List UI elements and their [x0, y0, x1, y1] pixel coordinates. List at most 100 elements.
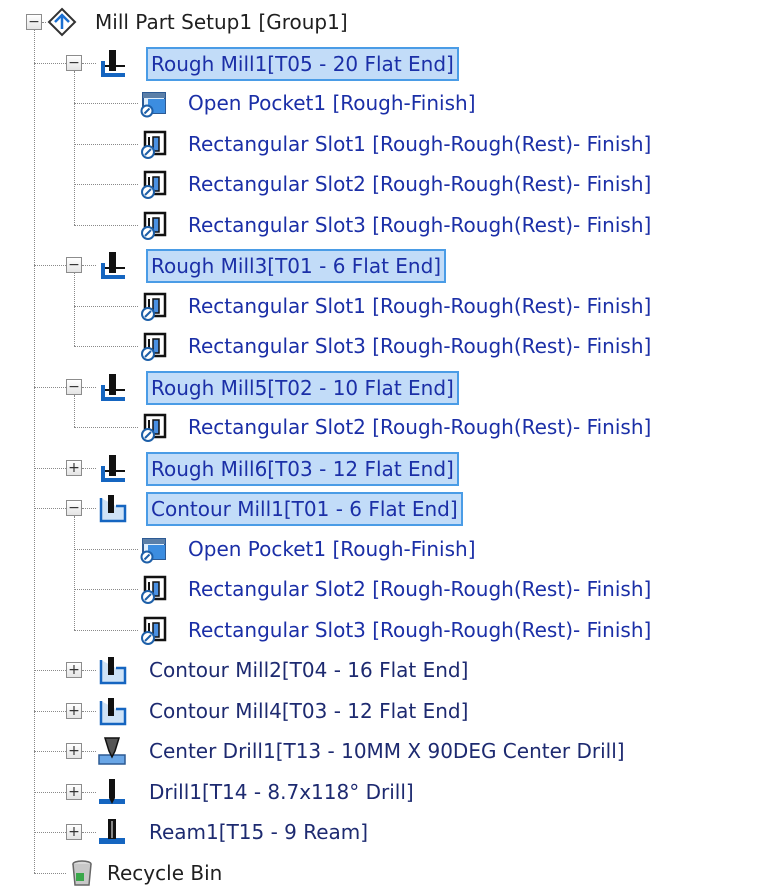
tree-connector: [82, 751, 96, 752]
tree-node-operation[interactable]: Rough Mill3[T01 - 6 Flat End]: [146, 249, 447, 283]
operation-expander[interactable]: −: [66, 500, 82, 516]
tree-node-feature[interactable]: Rectangular Slot1 [Rough-Rough(Rest)- Fi…: [185, 129, 654, 159]
tree-connector: [74, 394, 75, 427]
rectangular-slot-icon: [138, 411, 170, 443]
rectangular-slot-icon: [138, 573, 170, 605]
tree-connector: [34, 832, 66, 833]
operation-expander[interactable]: +: [66, 662, 82, 678]
rectangular-slot-icon: [138, 209, 170, 241]
tree-node-operation[interactable]: Rough Mill6[T03 - 12 Flat End]: [146, 451, 459, 486]
tree-connector: [34, 710, 66, 712]
tree-connector: [34, 30, 35, 873]
tree-node-feature[interactable]: Rectangular Slot3 [Rough-Rough(Rest)- Fi…: [185, 331, 654, 361]
tree-node-operation[interactable]: Contour Mill4[T03 - 12 Flat End]: [146, 696, 471, 726]
drill-icon: [96, 776, 128, 808]
rectangular-slot-icon: [138, 168, 170, 200]
tree-connector: [34, 386, 66, 388]
tree-connector: [82, 386, 96, 388]
ream-icon: [96, 816, 128, 848]
tree-connector: [74, 224, 138, 226]
tree-node-operation[interactable]: Ream1[T15 - 9 Ream]: [146, 817, 371, 847]
tree-node-operation[interactable]: Rough Mill5[T02 - 10 Flat End]: [146, 370, 459, 405]
rough-mill-icon: [96, 371, 128, 403]
expander-glyph: +: [68, 459, 80, 476]
operation-expander[interactable]: +: [66, 459, 82, 476]
contour-mill-icon: [96, 654, 128, 686]
tree-node-feature[interactable]: Rectangular Slot3 [Rough-Rough(Rest)- Fi…: [185, 210, 654, 240]
expander-glyph: +: [68, 824, 80, 840]
tree-node-feature[interactable]: Rectangular Slot2 [Rough-Rough(Rest)- Fi…: [185, 574, 654, 604]
rectangular-slot-icon: [138, 128, 170, 160]
rough-mill-icon: [96, 47, 128, 79]
tree-connector: [74, 273, 75, 346]
tree-node-operation[interactable]: Drill1[T14 - 8.7x118° Drill]: [146, 777, 417, 807]
tree-connector: [74, 629, 138, 631]
expander-glyph: +: [68, 783, 80, 800]
open-pocket-icon: [138, 533, 170, 565]
tree-connector: [34, 872, 66, 874]
operation-expander[interactable]: +: [66, 783, 82, 800]
tree-node-feature[interactable]: Rectangular Slot2 [Rough-Rough(Rest)- Fi…: [185, 412, 654, 442]
tree-connector: [82, 791, 96, 793]
tree-connector: [82, 508, 96, 509]
tree-connector: [74, 70, 75, 225]
tree-connector: [82, 832, 96, 833]
tree-connector: [74, 516, 75, 630]
tree-connector: [74, 346, 138, 347]
operation-expander[interactable]: −: [66, 54, 82, 71]
rectangular-slot-icon: [138, 330, 170, 362]
operation-expander[interactable]: +: [66, 743, 82, 759]
tree-connector: [82, 62, 96, 64]
expander-glyph: +: [68, 662, 80, 678]
tree-node-root[interactable]: Mill Part Setup1 [Group1]: [92, 7, 351, 37]
operation-expander[interactable]: −: [66, 378, 82, 395]
tree-connector: [42, 22, 46, 23]
tree-connector: [74, 143, 138, 145]
rough-mill-icon: [96, 249, 128, 281]
tree-node-operation[interactable]: Center Drill1[T13 - 10MM X 90DEG Center …: [146, 736, 628, 766]
expander-glyph: −: [68, 500, 80, 516]
mill-setup-icon: [46, 6, 78, 38]
tree-node-operation[interactable]: Contour Mill2[T04 - 16 Flat End]: [146, 655, 471, 685]
operation-expander[interactable]: +: [66, 702, 82, 719]
tree-connector: [34, 508, 66, 509]
tree-node-feature[interactable]: Open Pocket1 [Rough-Finish]: [185, 88, 479, 118]
root-expander[interactable]: −: [26, 14, 42, 30]
expander-glyph: −: [68, 257, 80, 273]
rectangular-slot-icon: [138, 290, 170, 322]
expander-glyph: −: [28, 14, 40, 30]
tree-connector: [82, 670, 96, 671]
tree-connector: [74, 548, 138, 550]
tree-node-feature[interactable]: Rectangular Slot2 [Rough-Rough(Rest)- Fi…: [185, 169, 654, 199]
tree-node-recycle-bin[interactable]: Recycle Bin: [104, 858, 225, 888]
rectangular-slot-icon: [138, 614, 170, 646]
tree-connector: [82, 467, 96, 469]
contour-mill-icon: [96, 695, 128, 727]
tree-connector: [74, 427, 138, 428]
tree-node-feature[interactable]: Open Pocket1 [Rough-Finish]: [185, 534, 479, 564]
tree-node-operation[interactable]: Rough Mill1[T05 - 20 Flat End]: [146, 46, 459, 81]
expander-glyph: +: [68, 743, 80, 759]
tree-connector: [74, 103, 138, 104]
operation-tree: − Mill Part Setup1 [Group1] − Rough Mill1[T…: [0, 0, 762, 892]
tree-node-feature[interactable]: Rectangular Slot3 [Rough-Rough(Rest)- Fi…: [185, 615, 654, 645]
tree-connector: [82, 265, 96, 266]
tree-connector: [34, 467, 66, 469]
tree-node-operation[interactable]: Contour Mill1[T01 - 6 Flat End]: [146, 492, 463, 526]
tree-connector: [74, 589, 138, 590]
operation-expander[interactable]: −: [66, 257, 82, 273]
tree-connector: [74, 305, 138, 307]
tree-connector: [34, 62, 66, 64]
rough-mill-icon: [96, 452, 128, 484]
tree-connector: [34, 751, 66, 752]
tree-connector: [82, 710, 96, 712]
expander-glyph: −: [68, 378, 80, 395]
tree-node-feature[interactable]: Rectangular Slot1 [Rough-Rough(Rest)- Fi…: [185, 291, 654, 321]
operation-expander[interactable]: +: [66, 824, 82, 840]
tree-connector: [34, 670, 66, 671]
open-pocket-icon: [138, 87, 170, 119]
recycle-bin-icon: [66, 857, 98, 889]
tree-connector: [34, 791, 66, 793]
tree-connector: [34, 265, 66, 266]
contour-mill-icon: [96, 492, 128, 524]
